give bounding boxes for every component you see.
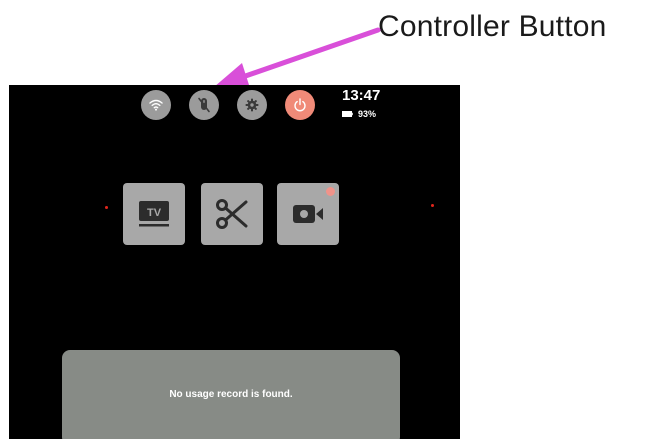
annotation-label: Controller Button [378, 10, 607, 43]
tv-app-button[interactable]: TV [123, 183, 185, 245]
wifi-button[interactable] [141, 90, 171, 120]
indicator-dot-left [105, 206, 108, 209]
settings-button[interactable] [237, 90, 267, 120]
scissors-icon [216, 199, 248, 229]
video-camera-icon [293, 205, 323, 223]
screenshot-app-button[interactable] [201, 183, 263, 245]
power-button[interactable] [285, 90, 315, 120]
controller-off-icon [198, 97, 210, 113]
battery-percent: 93% [358, 109, 377, 119]
clock-time: 13:47 [342, 87, 381, 104]
record-dot-icon [326, 187, 335, 196]
tv-icon: TV [139, 201, 169, 227]
usage-empty-message: No usage record is found. [169, 389, 293, 400]
battery-status: 93% [342, 109, 376, 119]
controller-button[interactable] [189, 90, 219, 120]
device-screen: 13:47 93% TV No usage record is found. [9, 85, 460, 439]
indicator-dot-right [431, 204, 434, 207]
power-icon [294, 98, 306, 112]
battery-icon [342, 111, 353, 117]
gear-icon [245, 98, 259, 112]
usage-panel: No usage record is found. [62, 350, 400, 439]
record-app-button[interactable] [277, 183, 339, 245]
svg-text:TV: TV [147, 207, 162, 219]
wifi-icon [149, 99, 163, 111]
